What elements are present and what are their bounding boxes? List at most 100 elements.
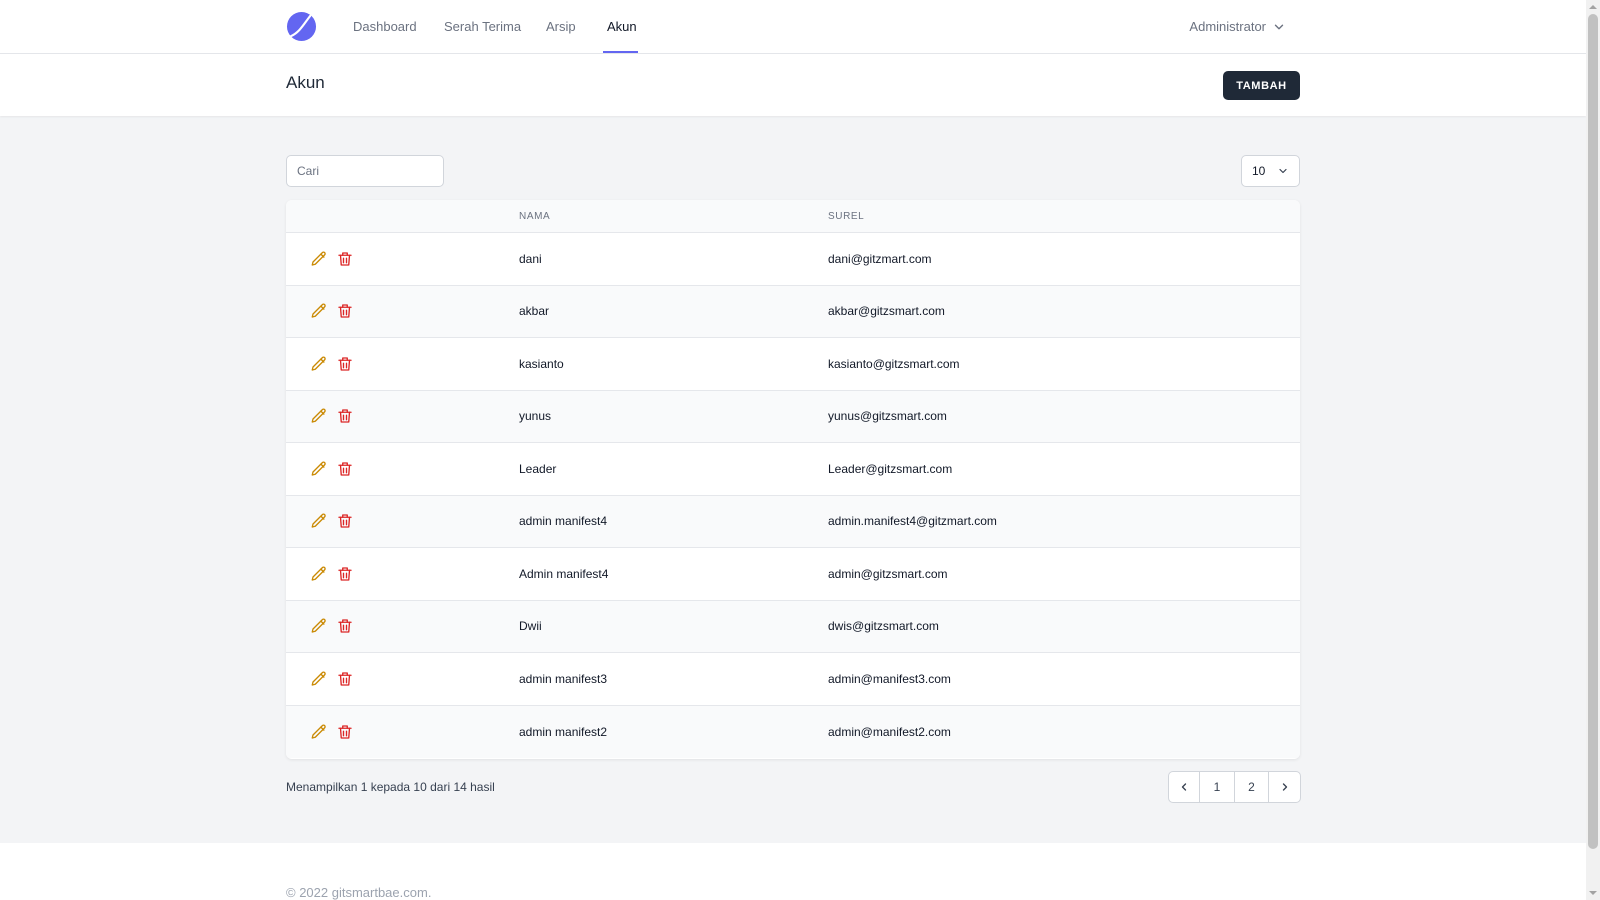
delete-button[interactable] [336,565,354,583]
table-row: yunus yunus@gitzsmart.com [286,390,1300,443]
pencil-icon [311,671,326,686]
chevron-down-icon [1279,168,1287,174]
crescent-logo-icon[interactable] [286,11,317,42]
table-row: dani dani@gitzmart.com [286,233,1300,286]
page-button-2[interactable]: 2 [1235,772,1269,802]
row-actions [310,496,354,548]
trash-icon [338,357,352,371]
per-page-select[interactable]: 10 [1241,155,1300,187]
chevron-right-icon [1282,783,1287,791]
delete-button[interactable] [336,250,354,268]
page-header: Akun TAMBAH [0,54,1586,116]
trash-icon [338,514,352,528]
row-actions [310,706,354,759]
top-navigation: Dashboard Serah Terima Arsip Akun Admini… [0,0,1586,54]
delete-button[interactable] [336,512,354,530]
nav-item-dashboard[interactable]: Dashboard [353,0,417,54]
cell-surel: admin.manifest4@gitzmart.com [828,514,997,529]
add-account-button[interactable]: TAMBAH [1223,71,1300,100]
row-actions [310,233,354,285]
scroll-up-icon[interactable] [1589,3,1597,11]
table-row: Admin manifest4 admin@gitzsmart.com [286,548,1300,601]
pencil-icon [311,566,326,581]
nav-item-serah-terima[interactable]: Serah Terima [444,0,521,54]
trash-icon [338,619,352,633]
trash-icon [338,304,352,318]
table-row: kasianto kasianto@gitzsmart.com [286,338,1300,391]
cell-surel: akbar@gitzsmart.com [828,304,945,319]
table-row: admin manifest4 admin.manifest4@gitzmart… [286,495,1300,548]
delete-button[interactable] [336,355,354,373]
row-actions [310,548,354,600]
cell-surel: yunus@gitzsmart.com [828,409,947,424]
cell-surel: kasianto@gitzsmart.com [828,356,960,371]
footer-copyright: © 2022 gitsmartbae.com. [286,885,432,900]
pencil-icon [311,461,326,476]
table-header: NAMA SUREL [286,200,1300,233]
row-actions [310,391,354,443]
edit-button[interactable] [310,565,328,583]
page-scrollbar[interactable] [1586,0,1600,900]
pagination: 1 2 [1168,771,1301,803]
results-summary: Menampilkan 1 kepada 10 dari 14 hasil [286,780,495,794]
pencil-icon [311,303,326,318]
row-actions [310,443,354,495]
cell-nama: Admin manifest4 [519,566,609,581]
cell-surel: dani@gitzmart.com [828,251,932,266]
delete-button[interactable] [336,723,354,741]
chevron-left-icon [1181,783,1187,791]
next-page-button[interactable] [1269,772,1300,802]
active-nav-indicator [603,51,638,53]
edit-button[interactable] [310,512,328,530]
cell-nama: dani [519,251,542,266]
search-input[interactable] [286,155,444,187]
nav-item-akun[interactable]: Akun [607,0,637,54]
cell-nama: admin manifest3 [519,671,608,686]
pencil-icon [311,724,326,739]
scroll-down-icon[interactable] [1589,889,1597,897]
delete-button[interactable] [336,460,354,478]
pencil-icon [311,356,326,371]
table-row: admin manifest2 admin@manifest2.com [286,705,1300,759]
cell-nama: admin manifest2 [519,724,608,739]
cell-nama: yunus [519,409,552,424]
cell-surel: admin@manifest2.com [828,724,951,739]
trash-icon [338,725,352,739]
cell-nama: admin manifest4 [519,514,608,529]
cell-surel: admin@manifest3.com [828,671,951,686]
previous-page-button[interactable] [1169,772,1200,802]
edit-button[interactable] [310,460,328,478]
edit-button[interactable] [310,407,328,425]
row-actions [310,338,354,390]
edit-button[interactable] [310,670,328,688]
user-name: Administrator [1189,19,1266,34]
cell-surel: dwis@gitzsmart.com [828,619,939,634]
table-body: dani dani@gitzmart.com akbar akbar@gitzs… [286,233,1300,758]
page-title: Akun [286,73,325,92]
cell-nama: kasianto [519,356,564,371]
edit-button[interactable] [310,355,328,373]
column-header-nama: NAMA [519,211,551,222]
row-actions [310,601,354,653]
chevron-down-icon [1274,24,1284,30]
nav-item-arsip[interactable]: Arsip [546,0,576,54]
edit-button[interactable] [310,302,328,320]
scrollbar-thumb[interactable] [1588,14,1598,849]
user-menu[interactable]: Administrator [1189,0,1286,54]
delete-button[interactable] [336,407,354,425]
pencil-icon [311,618,326,633]
table-row: admin manifest3 admin@manifest3.com [286,653,1300,706]
page-button-1[interactable]: 1 [1200,772,1235,802]
delete-button[interactable] [336,617,354,635]
column-header-surel: SUREL [828,211,865,222]
cell-surel: admin@gitzsmart.com [828,566,948,581]
per-page-value: 10 [1252,164,1266,178]
edit-button[interactable] [310,723,328,741]
edit-button[interactable] [310,250,328,268]
delete-button[interactable] [336,302,354,320]
edit-button[interactable] [310,617,328,635]
delete-button[interactable] [336,670,354,688]
trash-icon [338,672,352,686]
pencil-icon [311,408,326,423]
trash-icon [338,409,352,423]
